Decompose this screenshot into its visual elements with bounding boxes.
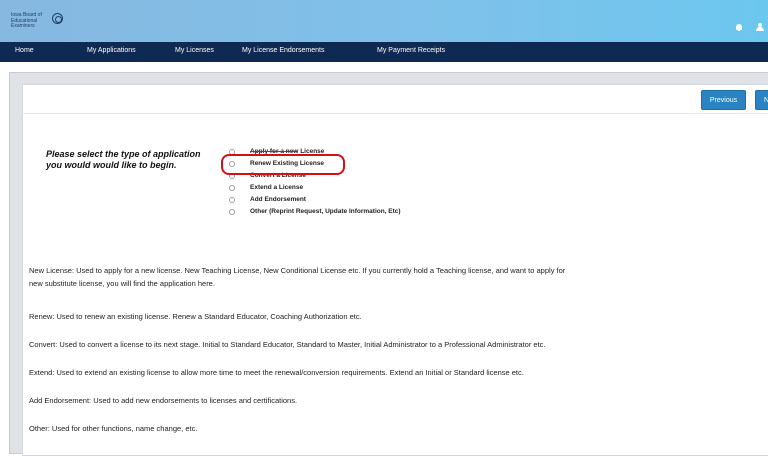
nav-my-license-endorsements[interactable]: My License Endorsements <box>242 47 324 54</box>
description-renew: Renew: Used to renew an existing license… <box>29 312 362 321</box>
option-label: Extend a License <box>250 184 304 191</box>
user-account-icon[interactable] <box>756 23 764 31</box>
description-new-license: New License: Used to apply for a new lic… <box>29 264 768 290</box>
radio-button[interactable] <box>229 197 235 203</box>
description-other: Other: Used for other functions, name ch… <box>29 424 198 433</box>
site-header: Iowa Board of Educational Examiners <box>0 0 768 42</box>
nav-my-licenses[interactable]: My Licenses <box>175 47 214 54</box>
main-nav: Home My Applications My Licenses My Lice… <box>0 42 768 62</box>
nav-my-payment-receipts[interactable]: My Payment Receipts <box>377 47 445 54</box>
nav-home[interactable]: Home <box>15 47 34 54</box>
radio-button[interactable] <box>229 209 235 215</box>
prompt-line-1: Please select the type of application <box>46 149 201 159</box>
previous-button[interactable]: Previous <box>701 90 746 110</box>
application-type-prompt: Please select the type of application yo… <box>46 149 226 171</box>
strike-mark <box>250 151 297 152</box>
option-label: Add Endorsement <box>250 196 306 203</box>
site-logo[interactable]: Iowa Board of Educational Examiners <box>11 12 51 30</box>
radio-button[interactable] <box>229 185 235 191</box>
description-new-license-line-1: New License: Used to apply for a new lic… <box>29 266 566 275</box>
description-extend: Extend: Used to extend an existing licen… <box>29 368 524 377</box>
nav-my-applications[interactable]: My Applications <box>87 47 136 54</box>
notification-bell-icon[interactable] <box>736 24 742 31</box>
description-new-license-line-2: new substitute license, you will find th… <box>29 279 215 288</box>
description-convert: Convert: Used to convert a license to it… <box>29 340 546 349</box>
description-add-endorsement: Add Endorsement: Used to add new endorse… <box>29 396 298 405</box>
prompt-line-2: you would would like to begin. <box>46 160 177 170</box>
seal-icon <box>52 13 63 24</box>
option-label: Other (Reprint Request, Update Informati… <box>250 208 401 215</box>
logo-line-3: Examiners <box>11 23 35 30</box>
highlight-annotation <box>221 154 345 175</box>
toolbar-divider <box>22 113 768 114</box>
next-button[interactable]: N <box>755 90 768 110</box>
